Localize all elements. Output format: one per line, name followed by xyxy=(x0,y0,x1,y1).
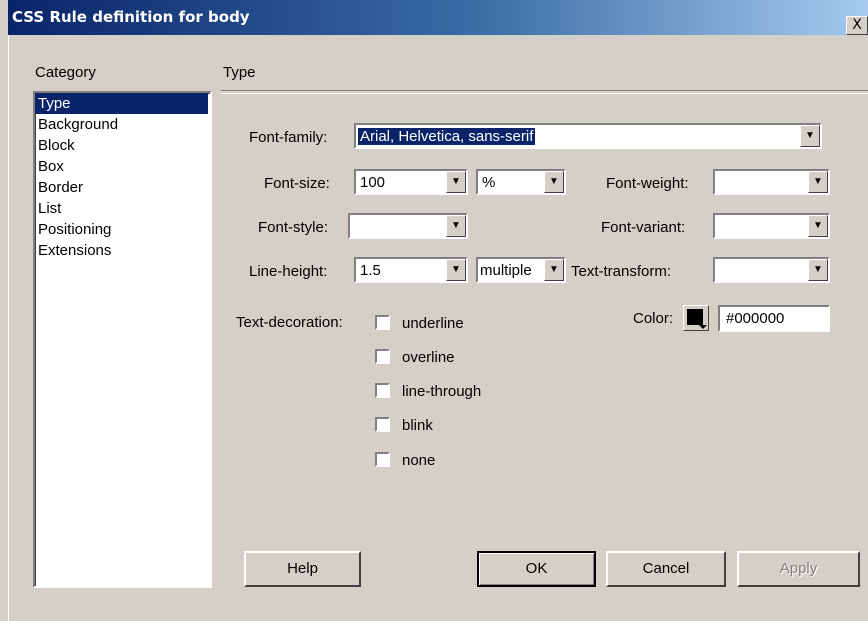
dropdown-arrow-icon[interactable]: ▼ xyxy=(446,171,466,193)
dropdown-arrow-icon[interactable]: ▼ xyxy=(808,171,828,193)
help-button[interactable]: Help xyxy=(244,551,361,587)
cancel-button[interactable]: Cancel xyxy=(606,551,726,587)
blink-checkbox[interactable] xyxy=(375,417,390,432)
line-height-unit-select[interactable]: multiple ▼ xyxy=(476,257,566,283)
color-label: Color: xyxy=(633,310,674,327)
close-icon: X xyxy=(852,17,862,33)
blink-label[interactable]: blink xyxy=(402,417,433,434)
text-decoration-label: Text-decoration: xyxy=(236,314,343,331)
font-variant-select[interactable]: ▼ xyxy=(713,213,830,239)
font-size-unit-select[interactable]: % ▼ xyxy=(476,169,566,195)
window-title: CSS Rule definition for body xyxy=(12,8,250,26)
title-bar: CSS Rule definition for body X xyxy=(8,0,868,35)
text-transform-label: Text-transform: xyxy=(571,263,672,280)
window-edge xyxy=(8,35,9,621)
font-family-select[interactable]: Arial, Helvetica, sans-serif ▼ xyxy=(354,123,822,149)
font-size-select[interactable]: 100 ▼ xyxy=(354,169,468,195)
none-label[interactable]: none xyxy=(402,452,435,469)
color-picker-arrow-icon xyxy=(699,325,707,329)
color-swatch-fill xyxy=(687,309,703,325)
color-picker-icon[interactable] xyxy=(683,305,709,331)
text-transform-select[interactable]: ▼ xyxy=(713,257,830,283)
line-height-label: Line-height: xyxy=(249,263,328,280)
line-height-unit-value: multiple xyxy=(480,262,532,279)
category-item-positioning[interactable]: Positioning xyxy=(35,219,210,240)
font-weight-label: Font-weight: xyxy=(606,175,689,192)
dropdown-arrow-icon[interactable]: ▼ xyxy=(544,171,564,193)
panel-title: Type xyxy=(223,64,256,81)
ok-button[interactable]: OK xyxy=(477,551,596,587)
dropdown-arrow-icon[interactable]: ▼ xyxy=(544,259,564,281)
category-label: Category xyxy=(35,64,96,81)
category-item-background[interactable]: Background xyxy=(35,114,210,135)
line-through-label[interactable]: line-through xyxy=(402,383,481,400)
underline-label[interactable]: underline xyxy=(402,315,464,332)
font-size-label: Font-size: xyxy=(264,175,330,192)
panel-divider xyxy=(221,90,868,94)
font-weight-select[interactable]: ▼ xyxy=(713,169,830,195)
category-item-border[interactable]: Border xyxy=(35,177,210,198)
underline-checkbox[interactable] xyxy=(375,315,390,330)
dropdown-arrow-icon[interactable]: ▼ xyxy=(800,125,820,147)
dropdown-arrow-icon[interactable]: ▼ xyxy=(446,215,466,237)
category-item-list[interactable]: List xyxy=(35,198,210,219)
category-list[interactable]: Type Background Block Box Border List Po… xyxy=(33,91,212,588)
dropdown-arrow-icon[interactable]: ▼ xyxy=(808,259,828,281)
category-item-block[interactable]: Block xyxy=(35,135,210,156)
line-height-value: 1.5 xyxy=(360,262,381,279)
color-input[interactable]: #000000 xyxy=(718,305,830,332)
font-family-value: Arial, Helvetica, sans-serif xyxy=(358,128,536,145)
font-style-label: Font-style: xyxy=(258,219,329,236)
font-variant-label: Font-variant: xyxy=(601,219,686,236)
font-size-value: 100 xyxy=(360,174,386,191)
line-height-select[interactable]: 1.5 ▼ xyxy=(354,257,468,283)
font-family-label: Font-family: xyxy=(249,129,328,146)
dropdown-arrow-icon[interactable]: ▼ xyxy=(446,259,466,281)
category-item-extensions[interactable]: Extensions xyxy=(35,240,210,261)
font-style-select[interactable]: ▼ xyxy=(348,213,468,239)
apply-button[interactable]: Apply xyxy=(737,551,860,587)
none-checkbox[interactable] xyxy=(375,452,390,467)
line-through-checkbox[interactable] xyxy=(375,383,390,398)
overline-checkbox[interactable] xyxy=(375,349,390,364)
overline-label[interactable]: overline xyxy=(402,349,455,366)
dropdown-arrow-icon[interactable]: ▼ xyxy=(808,215,828,237)
category-item-type[interactable]: Type xyxy=(35,93,208,114)
category-item-box[interactable]: Box xyxy=(35,156,210,177)
color-value: #000000 xyxy=(726,310,785,327)
font-size-unit-value: % xyxy=(482,174,496,191)
close-button[interactable]: X xyxy=(846,16,868,35)
